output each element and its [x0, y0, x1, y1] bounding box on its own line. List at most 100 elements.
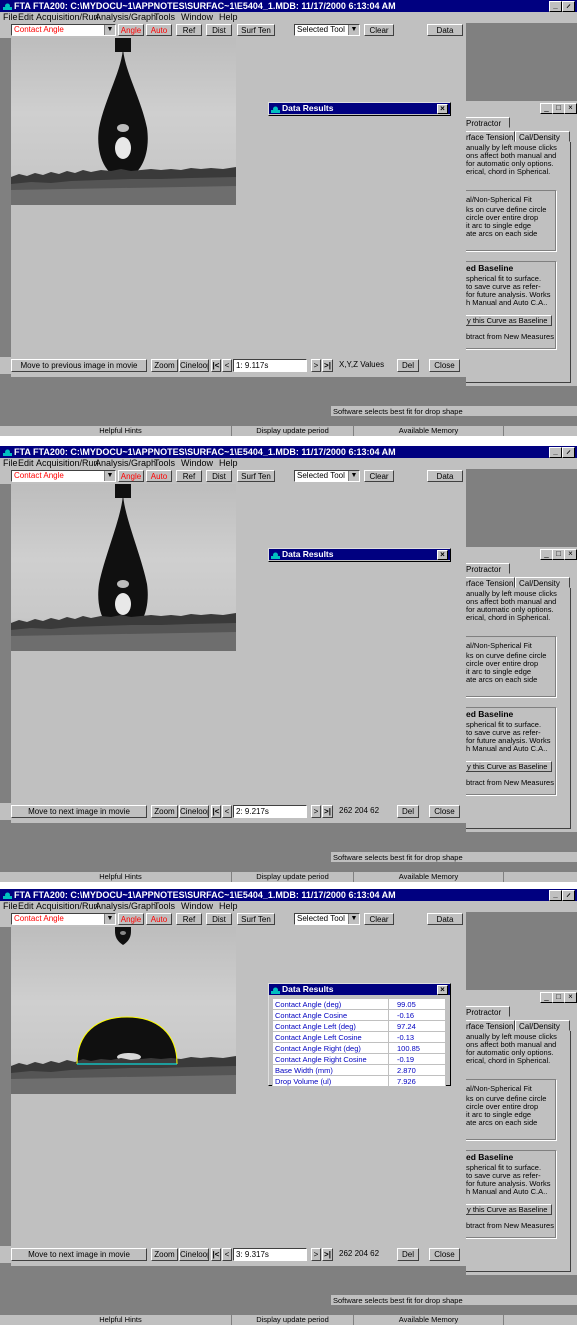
drop-image-view[interactable]	[11, 484, 236, 651]
data-button[interactable]: Data	[427, 913, 463, 925]
drop-image-view[interactable]	[11, 927, 236, 1094]
prev-frame-button[interactable]: <	[222, 1248, 232, 1261]
ref-button[interactable]: Ref	[176, 24, 202, 36]
dropdown-arrow-icon[interactable]: ▼	[348, 471, 359, 481]
dist-button[interactable]: Dist	[206, 470, 232, 482]
ref-button[interactable]: Ref	[176, 913, 202, 925]
dist-button[interactable]: Dist	[206, 913, 232, 925]
drop-image-view[interactable]	[11, 38, 236, 205]
surf-ten-button[interactable]: Surf Ten	[237, 470, 275, 482]
close-button[interactable]: Close	[429, 1248, 460, 1261]
angle-button[interactable]: Angle	[118, 470, 144, 482]
next-frame-button[interactable]: >	[311, 359, 321, 372]
clear-button[interactable]: Clear	[364, 913, 394, 925]
cineloop-button[interactable]: Cineloop	[179, 359, 209, 372]
clear-button[interactable]: Clear	[364, 470, 394, 482]
menu-edit[interactable]: Edit	[18, 12, 34, 23]
data-results-window[interactable]: Data Results ×	[268, 548, 451, 562]
data-button[interactable]: Data	[427, 470, 463, 482]
dropdown-arrow-icon[interactable]: ▼	[104, 25, 115, 35]
del-button[interactable]: Del	[397, 805, 419, 818]
zoom-button[interactable]: Zoom	[151, 1248, 178, 1261]
data-results-window[interactable]: Data Results ×	[268, 102, 451, 116]
mode-select[interactable]: Contact Angle ▼	[11, 913, 116, 925]
cineloop-button[interactable]: Cineloop	[179, 805, 209, 818]
del-button[interactable]: Del	[397, 359, 419, 372]
use-as-baseline-button[interactable]: y this Curve as Baseline	[466, 761, 552, 772]
minimize-button[interactable]: _	[549, 890, 562, 901]
menu-analysis-graph[interactable]: Analysis/Graph	[95, 901, 156, 912]
cineloop-button[interactable]: Cineloop	[179, 1248, 209, 1261]
tab-cal-density[interactable]: Cal/Density	[515, 131, 570, 142]
menu-tools[interactable]: Tools	[154, 458, 175, 469]
menu-edit[interactable]: Edit	[18, 901, 34, 912]
close-button[interactable]: Close	[429, 805, 460, 818]
last-frame-button[interactable]: >|	[322, 805, 333, 818]
surf-ten-button[interactable]: Surf Ten	[237, 913, 275, 925]
last-frame-button[interactable]: >|	[322, 1248, 333, 1261]
maximize-button[interactable]: ̷	[562, 890, 575, 901]
tab-protractor[interactable]: Protractor	[466, 563, 510, 574]
subtract-checkbox-label[interactable]: btract from New Measures	[466, 332, 554, 341]
auto-button[interactable]: Auto	[146, 24, 172, 36]
movie-hint-button[interactable]: Move to next image in movie	[11, 1248, 147, 1261]
data-button[interactable]: Data	[427, 24, 463, 36]
first-frame-button[interactable]: |<	[211, 359, 221, 372]
menu-tools[interactable]: Tools	[154, 901, 175, 912]
menu-edit[interactable]: Edit	[18, 458, 34, 469]
angle-button[interactable]: Angle	[118, 913, 144, 925]
first-frame-button[interactable]: |<	[211, 805, 221, 818]
auto-button[interactable]: Auto	[146, 913, 172, 925]
menu-file[interactable]: File	[3, 12, 18, 23]
close-button[interactable]: ×	[564, 549, 577, 560]
mode-select[interactable]: Contact Angle ▼	[11, 24, 116, 36]
tool-select[interactable]: Selected Tool ▼	[294, 913, 360, 925]
use-as-baseline-button[interactable]: y this Curve as Baseline	[466, 315, 552, 326]
mode-select[interactable]: Contact Angle ▼	[11, 470, 116, 482]
close-icon[interactable]: ×	[437, 985, 448, 995]
tab-cal-density[interactable]: Cal/Density	[515, 577, 570, 588]
menu-acquisition-run[interactable]: Acquisition/Run	[36, 901, 99, 912]
menu-help[interactable]: Help	[219, 12, 238, 23]
dropdown-arrow-icon[interactable]: ▼	[348, 25, 359, 35]
use-as-baseline-button[interactable]: y this Curve as Baseline	[466, 1204, 552, 1215]
dropdown-arrow-icon[interactable]: ▼	[104, 471, 115, 481]
menu-file[interactable]: File	[3, 458, 18, 469]
tab-cal-density[interactable]: Cal/Density	[515, 1020, 570, 1031]
tool-select[interactable]: Selected Tool ▼	[294, 24, 360, 36]
menu-window[interactable]: Window	[181, 12, 213, 23]
first-frame-button[interactable]: |<	[211, 1248, 221, 1261]
tool-select[interactable]: Selected Tool ▼	[294, 470, 360, 482]
menu-tools[interactable]: Tools	[154, 12, 175, 23]
menu-window[interactable]: Window	[181, 901, 213, 912]
zoom-button[interactable]: Zoom	[151, 359, 178, 372]
angle-button[interactable]: Angle	[118, 24, 144, 36]
dropdown-arrow-icon[interactable]: ▼	[348, 914, 359, 924]
menu-acquisition-run[interactable]: Acquisition/Run	[36, 12, 99, 23]
minimize-button[interactable]: _	[549, 1, 562, 12]
prev-frame-button[interactable]: <	[222, 359, 232, 372]
clear-button[interactable]: Clear	[364, 24, 394, 36]
data-results-window[interactable]: Data Results × Contact Angle (deg) 99.05 C…	[268, 983, 451, 1087]
del-button[interactable]: Del	[397, 1248, 419, 1261]
tab-protractor[interactable]: Protractor	[466, 1006, 510, 1017]
next-frame-button[interactable]: >	[311, 805, 321, 818]
menu-analysis-graph[interactable]: Analysis/Graph	[95, 458, 156, 469]
minimize-button[interactable]: _	[549, 447, 562, 458]
next-frame-button[interactable]: >	[311, 1248, 321, 1261]
close-icon[interactable]: ×	[437, 550, 448, 560]
close-icon[interactable]: ×	[437, 104, 448, 114]
subtract-checkbox-label[interactable]: btract from New Measures	[466, 778, 554, 787]
movie-hint-button[interactable]: Move to previous image in movie	[11, 359, 147, 372]
movie-hint-button[interactable]: Move to next image in movie	[11, 805, 147, 818]
maximize-button[interactable]: ̷	[562, 1, 575, 12]
tab-surface-tension[interactable]: rface Tension	[466, 131, 515, 142]
close-button[interactable]: Close	[429, 359, 460, 372]
menu-help[interactable]: Help	[219, 458, 238, 469]
subtract-checkbox-label[interactable]: btract from New Measures	[466, 1221, 554, 1230]
ref-button[interactable]: Ref	[176, 470, 202, 482]
tab-surface-tension[interactable]: rface Tension	[466, 577, 515, 588]
zoom-button[interactable]: Zoom	[151, 805, 178, 818]
dist-button[interactable]: Dist	[206, 24, 232, 36]
menu-acquisition-run[interactable]: Acquisition/Run	[36, 458, 99, 469]
